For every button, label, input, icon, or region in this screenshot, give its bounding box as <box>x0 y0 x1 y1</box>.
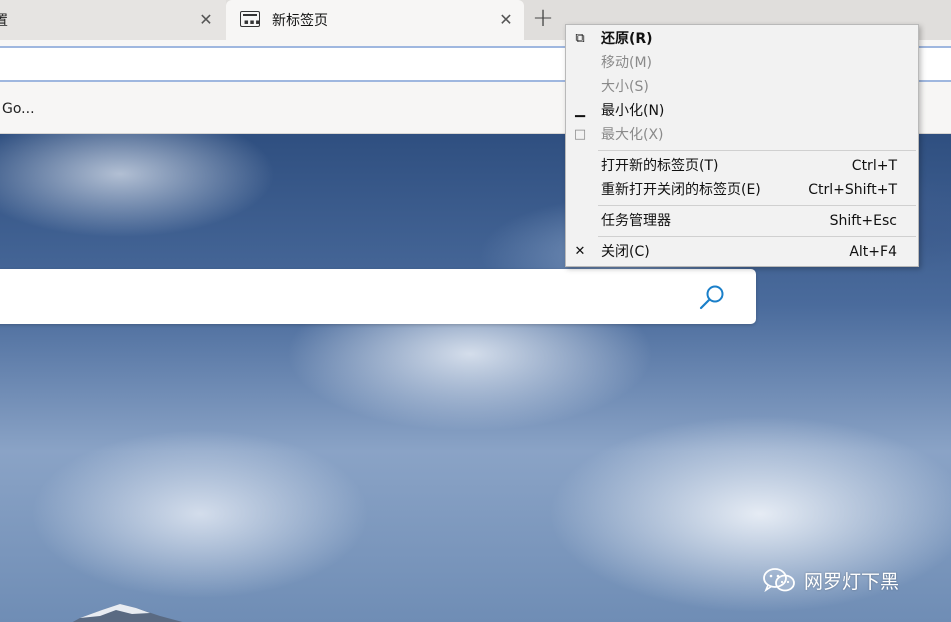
search-icon[interactable] <box>698 283 726 311</box>
menu-item-label: 还原(R) <box>601 31 653 47</box>
menu-item-label: 关闭(C) <box>601 244 650 260</box>
menu-item-label: 重新打开关闭的标签页(E) <box>601 182 761 198</box>
menu-item-minimize[interactable]: ▁ 最小化(N) <box>566 99 918 123</box>
menu-item-size[interactable]: 大小(S) <box>566 75 918 99</box>
maximize-icon: □ <box>573 127 587 142</box>
menu-separator <box>598 236 916 237</box>
menu-item-label: 移动(M) <box>601 55 653 71</box>
new-tab-page-icon: ▪▪▪ <box>240 11 260 27</box>
watermark-text: 网罗灯下黑 <box>804 570 900 593</box>
menu-separator <box>598 150 916 151</box>
close-icon: ✕ <box>574 244 586 259</box>
window-system-menu: ⧉ 还原(R) 移动(M) 大小(S) ▁ 最小化(N) □ 最大化(X) 打开… <box>565 24 919 267</box>
menu-item-label: 任务管理器 <box>601 213 671 229</box>
menu-item-restore[interactable]: ⧉ 还原(R) <box>566 27 918 51</box>
watermark: 网罗灯下黑 <box>762 565 899 595</box>
menu-item-label: 最大化(X) <box>601 127 664 143</box>
mountain-peak <box>72 604 183 622</box>
menu-item-label: 最小化(N) <box>601 103 665 119</box>
menu-item-shortcut: Ctrl+Shift+T <box>808 182 897 198</box>
menu-separator <box>598 205 916 206</box>
menu-item-shortcut: Ctrl+T <box>851 158 897 174</box>
restore-icon: ⧉ <box>575 31 585 46</box>
tab-active-label: 新标签页 <box>272 13 328 29</box>
menu-item-shortcut: Shift+Esc <box>829 213 897 229</box>
menu-item-shortcut: Alt+F4 <box>849 244 897 260</box>
menu-item-label: 打开新的标签页(T) <box>601 158 719 174</box>
tab-previous[interactable]: 置 ✕ <box>0 0 226 40</box>
menu-item-reopen-closed-tab[interactable]: 重新打开关闭的标签页(E) Ctrl+Shift+T <box>566 178 918 202</box>
minimize-icon: ▁ <box>575 103 585 118</box>
menu-item-label: 大小(S) <box>601 79 649 95</box>
wechat-icon <box>763 568 795 593</box>
tab-active[interactable]: ▪▪▪ 新标签页 ✕ <box>226 0 524 40</box>
tab-active-close-icon[interactable]: ✕ <box>496 10 516 30</box>
menu-item-maximize[interactable]: □ 最大化(X) <box>566 123 918 147</box>
menu-item-task-manager[interactable]: 任务管理器 Shift+Esc <box>566 209 918 233</box>
search-box[interactable] <box>0 269 756 324</box>
tab-previous-label: 置 <box>0 13 8 29</box>
favorites-item[interactable]: Go... <box>2 101 35 117</box>
menu-item-close[interactable]: ✕ 关闭(C) Alt+F4 <box>566 240 918 264</box>
menu-item-open-new-tab[interactable]: 打开新的标签页(T) Ctrl+T <box>566 154 918 178</box>
menu-item-move[interactable]: 移动(M) <box>566 51 918 75</box>
new-tab-button[interactable]: + <box>530 5 556 33</box>
tab-previous-close-icon[interactable]: ✕ <box>196 10 216 30</box>
